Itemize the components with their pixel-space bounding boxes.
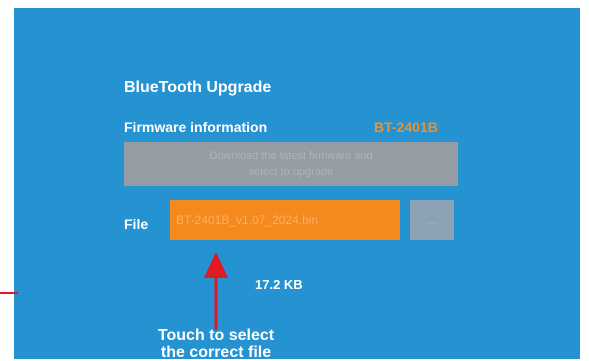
file-select-field[interactable]: BT-2401B_v1.07_2024.bin [170, 200, 400, 240]
annotation-line2: the correct file [160, 344, 272, 361]
firmware-info-box: Download the latest firmware and select … [124, 142, 458, 186]
file-size: 17.2 KB [255, 277, 303, 292]
annotation-text: Touch to select the correct file [126, 327, 306, 361]
info-text-line1: Download the latest firmware and [209, 150, 373, 162]
dialog-title: BlueTooth Upgrade [124, 79, 272, 96]
callout-line [0, 292, 18, 294]
annotation-line1: Touch to select [157, 327, 275, 344]
firmware-model: BT-2401B [374, 119, 438, 135]
red-arrow-icon [204, 252, 228, 330]
firmware-info-label: Firmware information [124, 119, 268, 135]
info-text-line2: select to upgrade [248, 166, 334, 178]
file-label: File [124, 216, 149, 232]
browse-button[interactable]: ... [410, 200, 454, 240]
